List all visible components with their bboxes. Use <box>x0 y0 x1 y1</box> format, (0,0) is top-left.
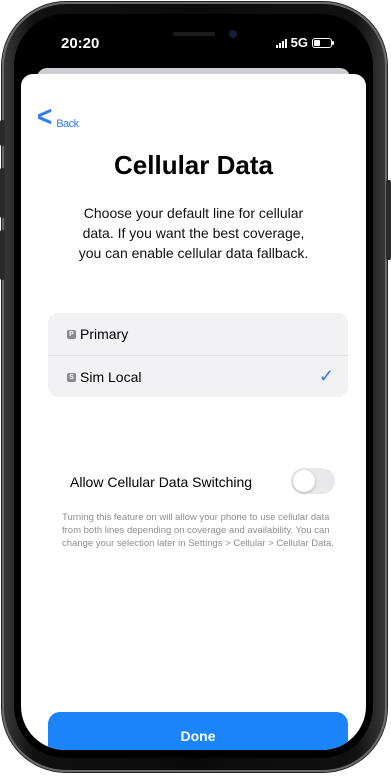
chevron-left-icon: < <box>37 99 53 133</box>
notch <box>129 22 259 52</box>
line-option-label: Sim Local <box>80 369 142 385</box>
line-options-group: P Primary S Sim Local ✓ <box>48 313 348 397</box>
side-button <box>386 180 391 260</box>
side-button <box>0 120 5 146</box>
data-switching-footnote: Turning this feature on will allow your … <box>62 512 334 549</box>
side-button <box>0 168 5 218</box>
signal-icon <box>275 38 287 48</box>
front-camera <box>229 30 237 38</box>
page-title: Cellular Data <box>114 150 273 180</box>
side-button <box>0 230 5 280</box>
done-button[interactable]: Done <box>48 712 348 750</box>
page-subtitle: Choose your default line for cellular da… <box>78 205 309 261</box>
data-switching-row: Allow Cellular Data Switching <box>48 466 348 496</box>
line-option-primary[interactable]: P Primary <box>48 313 348 355</box>
data-switching-label: Allow Cellular Data Switching <box>70 474 253 490</box>
network-label: 5G <box>290 35 308 50</box>
battery-icon <box>312 37 334 48</box>
back-button[interactable]: < Back <box>37 99 79 133</box>
data-switching-toggle[interactable] <box>291 468 335 494</box>
sim-badge-icon: P <box>67 329 76 339</box>
sim-badge-icon: S <box>67 372 76 382</box>
back-label: Back <box>56 118 79 130</box>
line-option-label: Primary <box>80 326 129 342</box>
phone-screen: 20:20 5G < Back Cellular Data Choose you… <box>21 22 366 750</box>
toggle-knob <box>293 470 315 492</box>
line-option-sim-local[interactable]: S Sim Local ✓ <box>48 355 348 397</box>
status-indicators: 5G <box>275 35 334 50</box>
speaker-grille <box>173 32 215 36</box>
page: 20:20 5G < Back Cellular Data Choose you… <box>0 0 391 777</box>
checkmark-icon: ✓ <box>318 366 334 386</box>
status-time: 20:20 <box>61 35 100 52</box>
cellular-data-sheet: < Back Cellular Data Choose your default… <box>21 74 366 750</box>
